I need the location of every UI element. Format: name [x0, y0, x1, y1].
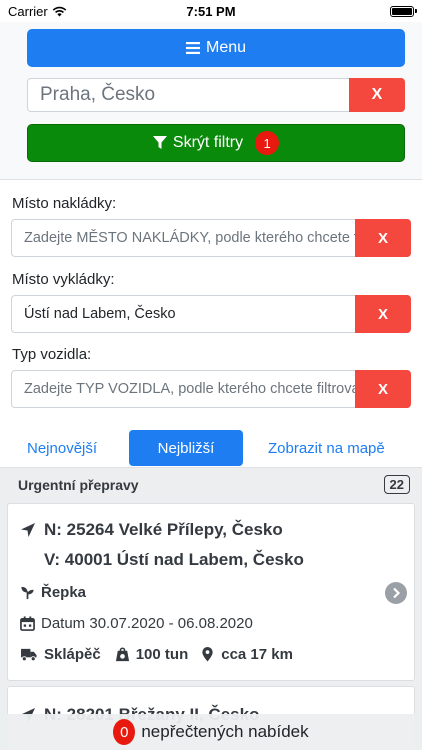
unloading-route-row: V: 40001 Ústí nad Labem, Česko	[44, 550, 304, 570]
filter-label: Skrýt filtry	[172, 134, 244, 151]
loading-place-label: Místo nakládky:	[12, 195, 117, 212]
truck-icon	[21, 648, 37, 662]
menu-label: Menu	[205, 39, 247, 56]
chevron-right-icon[interactable]	[385, 582, 407, 604]
unloading-place-clear-button[interactable]: X	[355, 295, 411, 333]
date-row: Datum 30.07.2020 - 06.08.2020	[20, 615, 253, 632]
unloading-place-text: V: 40001 Ústí nad Labem, Česko	[44, 550, 304, 569]
status-left: Carrier	[8, 4, 67, 19]
menu-button[interactable]: Menu	[27, 29, 405, 67]
battery-icon	[390, 5, 417, 17]
vehicle-type-clear-button[interactable]: X	[355, 370, 411, 408]
loading-place-input[interactable]: Zadejte MĚSTO NAKLÁDKY, podle kterého ch…	[11, 219, 356, 257]
location-arrow-icon	[21, 523, 35, 537]
unloading-place-input[interactable]: Ústí nad Labem, Česko	[11, 295, 356, 333]
sort-newest-tab[interactable]: Nejnovější	[27, 430, 97, 466]
sort-tabs: Nejnovější Nejbližší Zobrazit na mapě	[0, 430, 422, 466]
vehicle-info-row: Sklápěč 100 tun cca 17 km	[20, 646, 293, 663]
active-filter-count-badge: 1	[255, 131, 280, 155]
weight-text: 100 tun	[135, 646, 189, 663]
wifi-icon	[52, 6, 66, 16]
offer-card[interactable]: N: 25264 Velké Přílepy, Česko V: 40001 Ú…	[7, 503, 415, 681]
cargo-row: Řepka	[20, 584, 86, 601]
status-bar: Carrier 7:51 PM	[0, 0, 422, 22]
weight-icon	[115, 647, 129, 662]
unread-label: nepřečtených nabídek	[141, 722, 309, 741]
seedling-icon	[21, 586, 34, 600]
vehicle-type-label: Typ vozidla:	[12, 346, 92, 363]
show-on-map-link[interactable]: Zobrazit na mapě	[268, 430, 385, 466]
map-marker-icon	[202, 647, 213, 662]
sort-nearest-tab[interactable]: Nejbližší	[129, 430, 243, 466]
unread-offers-bar[interactable]: 0 nepřečtených nabídek	[0, 714, 422, 750]
loading-route-row: N: 25264 Velké Přílepy, Česko	[20, 520, 283, 540]
city-input[interactable]: Praha, Česko	[27, 78, 350, 112]
offer-count-badge: 22	[383, 475, 410, 494]
distance-text: cca 17 km	[221, 646, 293, 663]
date-text: Datum 30.07.2020 - 06.08.2020	[41, 615, 253, 632]
top-panel: Menu Praha, Česko X Skrýt filtry 1	[0, 22, 422, 180]
calendar-icon	[20, 616, 35, 631]
hamburger-icon	[185, 42, 200, 54]
vehicle-type-input[interactable]: Zadejte TYP VOZIDLA, podle kterého chcet…	[11, 370, 356, 408]
filter-icon	[152, 136, 167, 149]
loading-place-text: N: 25264 Velké Přílepy, Česko	[44, 520, 283, 539]
unread-count-badge: 0	[113, 719, 136, 745]
section-title: Urgentní přepravy	[18, 476, 139, 493]
cargo-text: Řepka	[41, 584, 87, 601]
carrier-label: Carrier	[8, 3, 48, 19]
unloading-place-label: Místo vykládky:	[12, 271, 115, 288]
city-clear-button[interactable]: X	[349, 78, 405, 112]
toggle-filters-button[interactable]: Skrýt filtry 1	[27, 124, 405, 162]
urgent-section-header: Urgentní přepravy 22	[0, 467, 422, 501]
loading-place-clear-button[interactable]: X	[355, 219, 411, 257]
vehicle-type-text: Sklápěč	[44, 646, 101, 663]
